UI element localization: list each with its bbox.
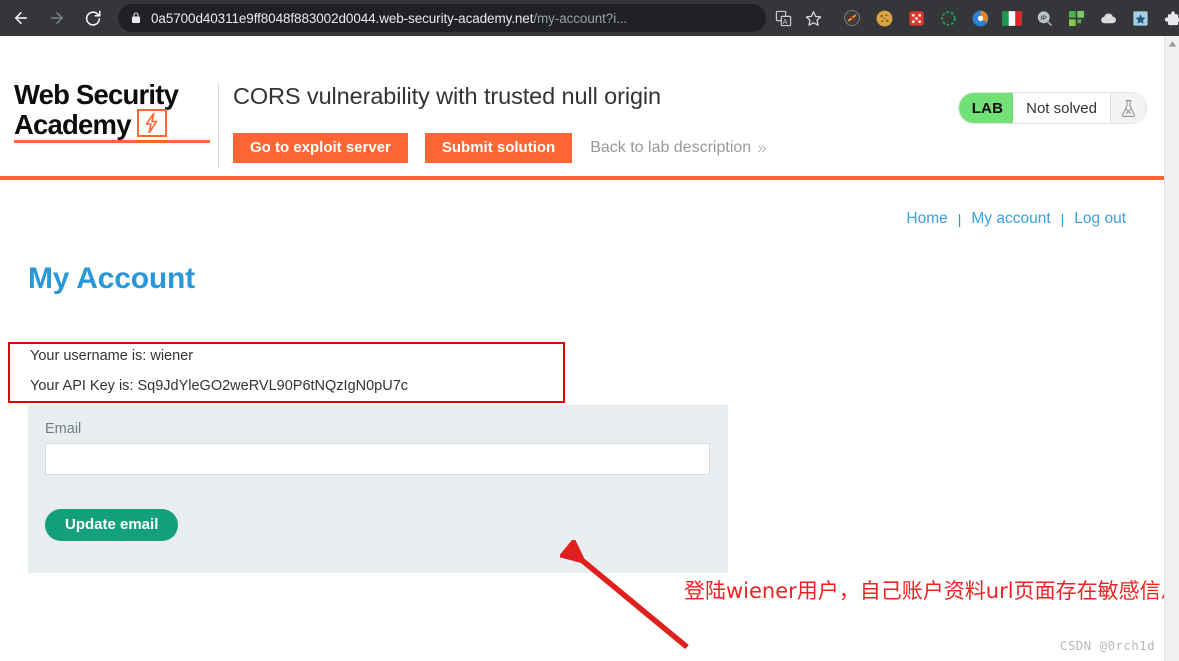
address-bar[interactable]: 0a5700d40311e9ff8048f883002d0044.web-sec…	[118, 4, 766, 32]
svg-text:IP: IP	[1040, 15, 1046, 22]
translate-icon[interactable]: A	[770, 5, 796, 31]
no-script-icon[interactable]	[838, 4, 866, 32]
extensions-puzzle-icon[interactable]	[1158, 4, 1179, 32]
page-heading: My Account	[28, 262, 195, 295]
back-to-lab-description-link[interactable]: Back to lab description »	[590, 138, 766, 158]
url-host: 0a5700d40311e9ff8048f883002d0044.web-sec…	[151, 10, 534, 26]
username-line: Your username is: wiener	[30, 348, 194, 364]
header-accent-rule	[0, 176, 1164, 180]
qr-code-icon[interactable]	[1062, 4, 1090, 32]
svg-text:A: A	[782, 18, 787, 26]
lock-icon	[130, 11, 142, 25]
reload-button[interactable]	[78, 3, 108, 33]
logo-line-2-row: Academy	[14, 109, 214, 139]
email-input[interactable]	[45, 443, 710, 475]
page-viewport: Web Security Academy CORS vulnerability …	[0, 36, 1179, 661]
nav-link-home[interactable]: Home	[896, 210, 957, 228]
url-path: /my-account?i...	[533, 10, 628, 26]
logo-underline	[14, 140, 210, 143]
url-text: 0a5700d40311e9ff8048f883002d0044.web-sec…	[151, 11, 627, 26]
italy-flag-icon[interactable]	[998, 4, 1026, 32]
lab-status-widget[interactable]: LAB Not solved	[957, 92, 1147, 124]
header-divider	[218, 83, 219, 169]
wappalyzer-icon[interactable]	[966, 4, 994, 32]
flask-icon[interactable]	[1110, 93, 1146, 123]
back-to-lab-label: Back to lab description	[590, 139, 752, 156]
vertical-scrollbar[interactable]	[1164, 36, 1179, 661]
api-key-line: Your API Key is: Sq9JdYleGO2weRVL90P6tNQ…	[30, 378, 409, 394]
cookie-editor-icon[interactable]	[870, 4, 898, 32]
watermark: CSDN @0rch1d	[1059, 638, 1155, 653]
nav-link-log-out[interactable]: Log out	[1064, 210, 1136, 228]
email-field-label: Email	[45, 421, 82, 437]
dice-icon[interactable]	[902, 4, 930, 32]
lab-action-bar: Go to exploit server Submit solution Bac…	[233, 133, 767, 163]
lab-status-text: Not solved	[1013, 93, 1110, 123]
browser-toolbar: 0a5700d40311e9ff8048f883002d0044.web-sec…	[0, 0, 1179, 36]
ip-lookup-icon[interactable]: IP	[1030, 4, 1058, 32]
hackbar-icon[interactable]	[934, 4, 962, 32]
logo-line-2: Academy	[14, 109, 131, 140]
annotation-text: 登陆wiener用户，自己账户资料url页面存在敏感信息	[684, 579, 1179, 603]
update-email-button[interactable]: Update email	[45, 509, 179, 541]
account-nav: Home | My account | Log out	[896, 210, 1136, 228]
go-to-exploit-server-button[interactable]: Go to exploit server	[233, 133, 408, 163]
forward-button[interactable]	[42, 3, 72, 33]
cloud-icon[interactable]	[1094, 4, 1122, 32]
chevron-right-icon: »	[757, 138, 767, 157]
nav-link-my-account[interactable]: My account	[961, 210, 1060, 228]
back-button[interactable]	[6, 3, 36, 33]
scroll-up-arrow-icon[interactable]	[1165, 36, 1179, 52]
star-box-icon[interactable]	[1126, 4, 1154, 32]
lightning-bolt-icon	[136, 109, 167, 138]
bookmark-star-icon[interactable]	[800, 5, 826, 31]
extension-icons: IP	[836, 4, 1179, 32]
academy-header: Web Security Academy CORS vulnerability …	[0, 36, 1164, 180]
academy-logo[interactable]: Web Security Academy	[14, 79, 214, 143]
submit-solution-button[interactable]: Submit solution	[424, 133, 573, 163]
page-title: CORS vulnerability with trusted null ori…	[233, 83, 662, 109]
logo-line-1: Web Security	[14, 79, 179, 110]
lab-badge: LAB	[958, 93, 1014, 123]
account-info-lines: Your username is: wiener Your API Key is…	[30, 348, 570, 408]
update-email-form: Email Update email	[28, 405, 728, 573]
